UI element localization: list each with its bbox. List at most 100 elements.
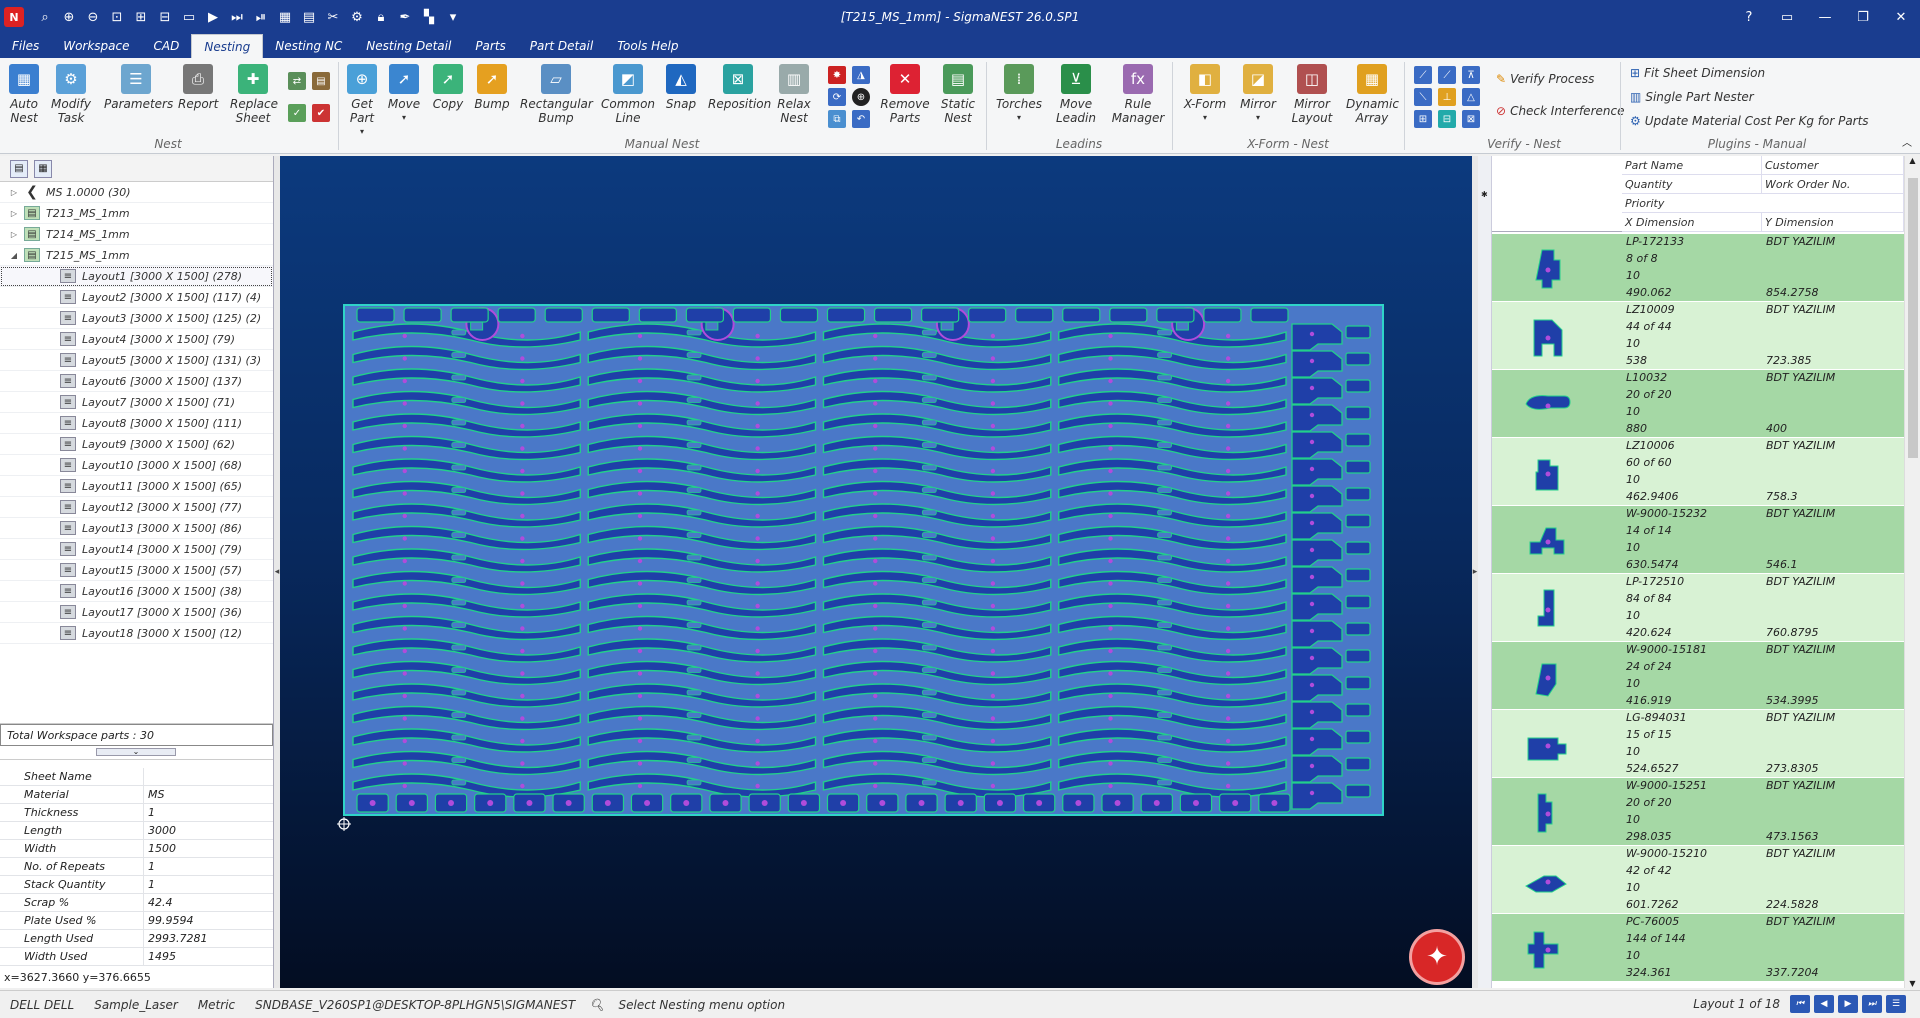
collapse-ribbon-icon[interactable]: ︿ <box>1902 134 1912 149</box>
torches-button[interactable]: ⁞ Torches ▾ <box>994 64 1044 125</box>
layout-list-button[interactable]: ☰ <box>1886 995 1906 1013</box>
verify-d-icon[interactable]: ⟍ <box>1414 88 1432 106</box>
part-row[interactable]: W-9000-15251 BDT YAZILIM 20 of 20 10 298.035… <box>1492 778 1904 846</box>
verify-c-icon[interactable]: ⊼ <box>1462 66 1480 84</box>
auto-nest-button[interactable]: ▦ Auto Nest <box>6 64 42 125</box>
next-layout-button[interactable]: ▶ <box>1838 995 1858 1013</box>
workspace-tree-icon[interactable]: ▤ <box>10 159 28 178</box>
part-row[interactable]: W-9000-15210 BDT YAZILIM 42 of 42 10 601.726… <box>1492 846 1904 914</box>
part-row[interactable]: PC-76005 BDT YAZILIM 144 of 144 10 324.361 33… <box>1492 914 1904 982</box>
property-value[interactable]: 1500 <box>144 840 176 857</box>
tree-item[interactable]: ≡ Layout2 [3000 X 1500] (117) (4) <box>0 287 273 308</box>
property-value[interactable]: 42.4 <box>144 894 173 911</box>
verify-e-icon[interactable]: ⊥ <box>1438 88 1456 106</box>
nested-sheet[interactable] <box>343 304 1384 816</box>
col-y-dimension[interactable]: Y Dimension <box>1762 213 1904 232</box>
property-value[interactable]: 1 <box>144 858 155 875</box>
verify-f-icon[interactable]: △ <box>1462 88 1480 106</box>
move-button[interactable]: ➚ Move ▾ <box>386 64 422 125</box>
tree-item[interactable]: ≡ Layout12 [3000 X 1500] (77) <box>0 497 273 518</box>
close-icon[interactable]: ✕ <box>1882 0 1920 34</box>
get-part-button[interactable]: ⊕ Get Part ▾ <box>344 64 380 139</box>
zoom-out-icon[interactable]: ⊖ <box>82 6 104 28</box>
tree-item[interactable]: ▷ ❮ MS 1.0000 (30) <box>0 182 273 203</box>
zoom-in-icon[interactable]: ⊕ <box>58 6 80 28</box>
col-priority[interactable]: Priority <box>1622 194 1904 213</box>
tile-icon[interactable]: ▦ <box>274 6 296 28</box>
tree-item[interactable]: ≡ Layout18 [3000 X 1500] (12) <box>0 623 273 644</box>
zoom-previous-icon[interactable]: ⊟ <box>154 6 176 28</box>
expand-right-icon[interactable]: ▷ <box>8 230 20 239</box>
property-value[interactable]: 1495 <box>144 948 176 965</box>
snap-button[interactable]: ◭ Snap <box>662 64 700 111</box>
tree-item[interactable]: ≡ Layout1 [3000 X 1500] (278) <box>0 266 273 287</box>
tree-item[interactable]: ≡ Layout6 [3000 X 1500] (137) <box>0 371 273 392</box>
step-icon[interactable]: ⏯ <box>250 6 272 28</box>
tab-nesting-nc[interactable]: Nesting NC <box>263 34 354 58</box>
parts-list-scrollbar[interactable]: ▲ ▼ <box>1904 156 1920 988</box>
help-button[interactable]: ? <box>1730 0 1768 34</box>
tab-nesting-detail[interactable]: Nesting Detail <box>354 34 463 58</box>
verify-i-icon[interactable]: ⊠ <box>1462 110 1480 128</box>
tab-workspace[interactable]: Workspace <box>51 34 141 58</box>
part-row[interactable]: LG-894031 BDT YAZILIM 15 of 15 10 524.6527 27… <box>1492 710 1904 778</box>
nest-option-icon[interactable]: ⇄ <box>288 72 306 90</box>
verify-b-icon[interactable]: ⟋ <box>1438 66 1456 84</box>
workspace-view-icon[interactable]: ▦ <box>34 159 52 178</box>
report-button[interactable]: ⎙ Report <box>178 64 218 111</box>
property-value[interactable]: 3000 <box>144 822 176 839</box>
ribbon-display-icon[interactable]: ▭ <box>1768 0 1806 34</box>
expand-down-icon[interactable]: ◢ <box>8 251 20 260</box>
col-part-name[interactable]: Part Name <box>1622 156 1762 175</box>
tree-item[interactable]: ▷ ▤ T214_MS_1mm <box>0 224 273 245</box>
part-row[interactable]: LP-172133 BDT YAZILIM 8 of 8 10 490.062 854.2… <box>1492 234 1904 302</box>
part-row[interactable]: LZ10009 BDT YAZILIM 44 of 44 10 538 723.385 <box>1492 302 1904 370</box>
crosshair-icon[interactable]: ⊕ <box>852 88 870 106</box>
tree-item[interactable]: ≡ Layout17 [3000 X 1500] (36) <box>0 602 273 623</box>
tab-nesting[interactable]: Nesting <box>191 34 264 58</box>
check-interference-button[interactable]: ⊘ Check Interference <box>1496 104 1624 118</box>
col-work-order[interactable]: Work Order No. <box>1762 175 1904 194</box>
app-logo-icon[interactable]: N <box>4 7 24 27</box>
part-row[interactable]: W-9000-15232 BDT YAZILIM 14 of 14 10 630.547… <box>1492 506 1904 574</box>
last-layout-button[interactable]: ⏭ <box>1862 995 1882 1013</box>
redo-icon[interactable]: ⚙ <box>346 6 368 28</box>
grid-icon[interactable]: ▤ <box>298 6 320 28</box>
prev-layout-button[interactable]: ◀ <box>1814 995 1834 1013</box>
tree-item[interactable]: ◢ ▤ T215_MS_1mm <box>0 245 273 266</box>
first-layout-button[interactable]: ⏮ <box>1790 995 1810 1013</box>
assistant-sparkle-button[interactable]: ✦ <box>1412 932 1462 982</box>
tree-item[interactable]: ≡ Layout14 [3000 X 1500] (79) <box>0 539 273 560</box>
part-row[interactable]: LZ10006 BDT YAZILIM 60 of 60 10 462.9406 758.… <box>1492 438 1904 506</box>
group-icon[interactable]: ⧉ <box>828 110 846 128</box>
tree-item[interactable]: ≡ Layout16 [3000 X 1500] (38) <box>0 581 273 602</box>
verify-h-icon[interactable]: ⊟ <box>1438 110 1456 128</box>
fit-sheet-dimension-button[interactable]: ⊞ Fit Sheet Dimension <box>1630 66 1765 80</box>
tool-icon[interactable]: ✒ <box>394 6 416 28</box>
property-value[interactable] <box>144 768 148 785</box>
x-form-button[interactable]: ◧ X-Form ▾ <box>1180 64 1230 125</box>
database-search-icon[interactable]: 🔍︎ <box>585 998 608 1012</box>
dynamic-array-button[interactable]: ▦ Dynamic Array <box>1346 64 1399 125</box>
tab-parts[interactable]: Parts <box>463 34 517 58</box>
tab-cad[interactable]: CAD <box>142 34 192 58</box>
undo-icon[interactable]: ✂ <box>322 6 344 28</box>
align-icon[interactable]: ◮ <box>852 66 870 84</box>
minimize-icon[interactable]: — <box>1806 0 1844 34</box>
undo-move-icon[interactable]: ↶ <box>852 110 870 128</box>
single-part-nester-button[interactable]: ▥ Single Part Nester <box>1630 90 1754 104</box>
measure-icon[interactable]: ▭ <box>178 6 200 28</box>
zoom-window-icon[interactable]: ⊡ <box>106 6 128 28</box>
scroll-up-icon[interactable]: ▲ <box>1905 156 1920 165</box>
mirror-layout-button[interactable]: ◫ Mirror Layout <box>1288 64 1336 125</box>
tab-files[interactable]: Files <box>0 34 51 58</box>
property-value[interactable]: 99.9594 <box>144 912 194 929</box>
verify-a-icon[interactable]: ⟋ <box>1414 66 1432 84</box>
tree-item[interactable]: ≡ Layout3 [3000 X 1500] (125) (2) <box>0 308 273 329</box>
part-row[interactable]: LP-172510 BDT YAZILIM 84 of 84 10 420.624 760… <box>1492 574 1904 642</box>
verify-process-button[interactable]: ✎ Verify Process <box>1496 72 1594 86</box>
pin-icon[interactable]: ✸ <box>828 66 846 84</box>
rectangular-bump-button[interactable]: ▱ Rectangular Bump <box>520 64 593 125</box>
move-leadin-button[interactable]: ⊻ Move Leadin <box>1052 64 1100 125</box>
mirror-button[interactable]: ◪ Mirror ▾ <box>1236 64 1280 125</box>
